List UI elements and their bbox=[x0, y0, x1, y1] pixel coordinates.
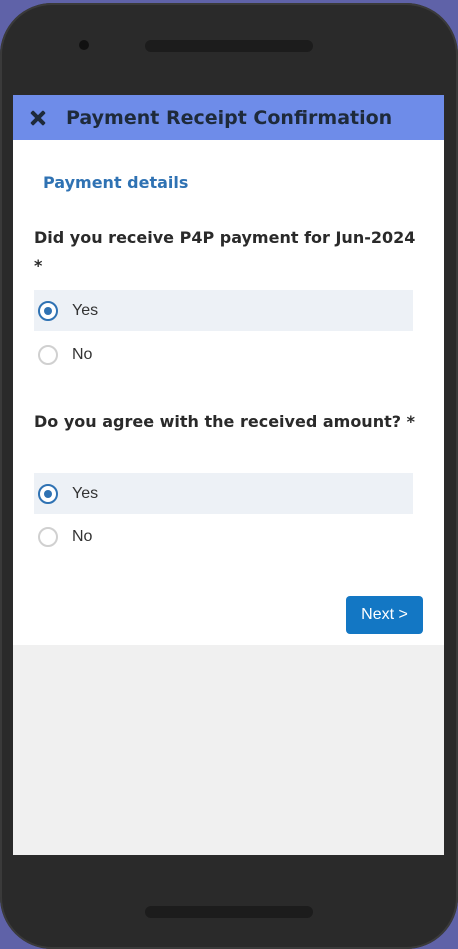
question-2-label: Do you agree with the received amount? * bbox=[34, 412, 415, 431]
page-title: Payment Receipt Confirmation bbox=[66, 106, 393, 129]
question-1-option-yes[interactable]: Yes bbox=[34, 290, 413, 331]
form-content: Payment details Did you receive P4P paym… bbox=[13, 140, 444, 645]
radio-checked-icon[interactable] bbox=[38, 483, 58, 504]
camera bbox=[79, 40, 89, 50]
option-label: No bbox=[72, 527, 93, 545]
question-1-label: Did you receive P4P payment for Jun-2024… bbox=[34, 228, 416, 275]
question-2-option-yes[interactable]: Yes bbox=[34, 473, 413, 514]
radio-checked-icon[interactable] bbox=[38, 300, 58, 321]
close-icon[interactable] bbox=[28, 108, 48, 128]
radio-unchecked-icon[interactable] bbox=[38, 526, 58, 547]
option-label: No bbox=[72, 345, 93, 363]
option-label: Yes bbox=[72, 301, 99, 319]
home-bar bbox=[145, 906, 313, 918]
section-title: Payment details bbox=[43, 173, 189, 192]
question-1-option-no[interactable]: No bbox=[34, 334, 413, 375]
speaker bbox=[145, 40, 313, 52]
app-screen: Payment Receipt Confirmation Payment det… bbox=[13, 95, 444, 855]
phone-frame: Payment Receipt Confirmation Payment det… bbox=[0, 3, 458, 949]
question-2-option-no[interactable]: No bbox=[34, 516, 413, 557]
next-button[interactable]: Next > bbox=[346, 596, 423, 634]
radio-unchecked-icon[interactable] bbox=[38, 344, 58, 365]
option-label: Yes bbox=[72, 484, 99, 502]
header-bar: Payment Receipt Confirmation bbox=[13, 95, 444, 140]
